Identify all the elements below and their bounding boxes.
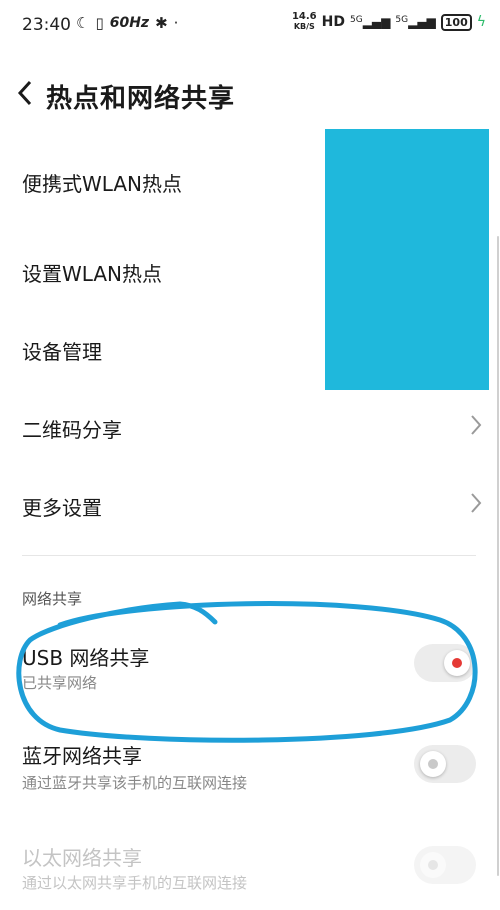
menu-item-label: 更多设置	[22, 496, 102, 520]
status-time: 23:40	[22, 15, 71, 35]
toggle-off-dot	[428, 860, 438, 870]
chevron-left-icon	[17, 80, 32, 106]
usb-tethering-subtitle: 已共享网络	[22, 674, 98, 692]
page-title: 热点和网络共享	[46, 84, 236, 114]
usb-tethering-row[interactable]: USB 网络共享 已共享网络	[0, 630, 500, 710]
chevron-right-icon	[471, 415, 482, 435]
ethernet-tethering-row: 以太网络共享 通过以太网共享手机的互联网连接	[0, 830, 500, 910]
network-type-1: 5G	[350, 15, 363, 25]
dot-icon: ·	[173, 14, 179, 32]
redaction-block	[325, 129, 489, 390]
ethernet-tethering-label: 以太网络共享	[22, 846, 142, 870]
menu-item-label: 设备管理	[22, 340, 102, 364]
toggle-knob	[444, 650, 470, 676]
toggle-knob	[420, 852, 446, 878]
toggle-knob	[420, 751, 446, 777]
chevron-right-icon	[471, 493, 482, 513]
net-speed-unit: KB/S	[293, 22, 315, 31]
bluetooth-tethering-subtitle: 通过蓝牙共享该手机的互联网连接	[22, 774, 248, 792]
toggle-on-dot	[452, 658, 462, 668]
menu-item-qr-share[interactable]: 二维码分享	[0, 396, 500, 458]
signal-icon-2: 5G▂▄▆	[395, 15, 436, 29]
refresh-rate: 60Hz	[109, 15, 150, 31]
ethernet-tethering-subtitle: 通过以太网共享手机的互联网连接	[22, 874, 248, 892]
menu-item-more-settings[interactable]: 更多设置	[0, 474, 500, 536]
vibrate-icon: ▯	[95, 14, 104, 32]
status-bar: 23:40 ☾ ▯ 60Hz ✱ · 14.6 KB/S HD 5G▂▄▆ 5G…	[0, 0, 500, 52]
scrollbar[interactable]	[497, 236, 499, 876]
usb-tethering-toggle[interactable]	[414, 644, 476, 682]
ethernet-tethering-toggle	[414, 846, 476, 884]
back-button[interactable]	[16, 78, 46, 114]
net-speed: 14.6 KB/S	[292, 12, 317, 32]
divider	[22, 555, 476, 556]
charging-icon: ϟ	[476, 14, 486, 30]
menu-item-label: 设置WLAN热点	[22, 262, 163, 286]
status-right-icons: 14.6 KB/S HD 5G▂▄▆ 5G▂▄▆ 100 ϟ	[292, 12, 486, 32]
net-speed-value: 14.6	[291, 11, 317, 22]
battery-icon: 100	[440, 13, 472, 31]
bluetooth-tethering-row[interactable]: 蓝牙网络共享 通过蓝牙共享该手机的互联网连接	[0, 730, 500, 810]
network-type-2: 5G	[395, 15, 409, 25]
signal-icon: 5G▂▄▆	[350, 15, 391, 29]
menu-item-label: 二维码分享	[22, 418, 122, 442]
status-left-icons: ☾ ▯ 60Hz ✱ ·	[76, 14, 178, 32]
bluetooth-tethering-toggle[interactable]	[414, 745, 476, 783]
bluetooth-icon: ✱	[155, 14, 168, 32]
page-header: 热点和网络共享	[0, 70, 500, 124]
moon-icon: ☾	[76, 14, 90, 32]
toggle-off-dot	[428, 759, 438, 769]
menu-item-label: 便携式WLAN热点	[22, 172, 183, 196]
bluetooth-tethering-label: 蓝牙网络共享	[22, 744, 142, 768]
section-title: 网络共享	[22, 590, 83, 608]
hd-icon: HD	[321, 14, 345, 30]
usb-tethering-label: USB 网络共享	[22, 646, 150, 670]
